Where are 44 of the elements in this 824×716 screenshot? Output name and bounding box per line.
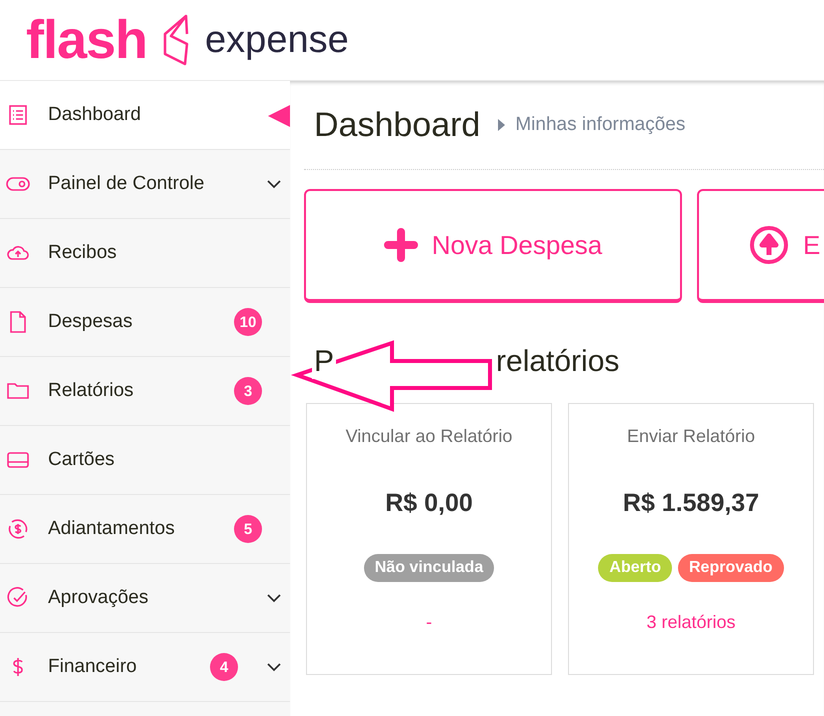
caret-icon bbox=[498, 119, 506, 131]
sidebar-item[interactable]: Cartões bbox=[0, 426, 290, 495]
section-title: relatórios bbox=[496, 345, 620, 379]
list-icon bbox=[6, 103, 30, 127]
count-badge: 3 bbox=[234, 377, 262, 405]
status-tag: Não vinculada bbox=[364, 554, 494, 582]
sidebar-item-label: Cartões bbox=[48, 449, 115, 471]
sidebar-item-label: Relatórios bbox=[48, 380, 134, 402]
sidebar-item[interactable]: Recibos bbox=[0, 219, 290, 288]
sidebar-item[interactable]: Despesas 10 bbox=[0, 288, 290, 357]
sidebar-item-label: Painel de Controle bbox=[48, 173, 204, 195]
sidebar-item-label: Despesas bbox=[48, 311, 132, 333]
card-link[interactable]: 3 relatórios bbox=[646, 612, 736, 633]
card-amount: R$ 0,00 bbox=[385, 489, 473, 518]
logo-product-name: expense bbox=[205, 21, 349, 59]
count-badge: 10 bbox=[234, 308, 262, 336]
cycle-icon bbox=[6, 517, 30, 541]
sidebar-item[interactable]: Painel de Controle bbox=[0, 150, 290, 219]
sidebar-item-label: Recibos bbox=[48, 242, 117, 264]
status-tag: Aberto bbox=[598, 554, 672, 582]
upload-icon bbox=[749, 225, 789, 265]
sidebar-item-label: Adiantamentos bbox=[48, 518, 175, 540]
sidebar-item-label: Dashboard bbox=[48, 104, 141, 126]
plus-icon bbox=[384, 228, 418, 262]
card-title: Enviar Relatório bbox=[626, 426, 756, 447]
sidebar-item-label: Aprovações bbox=[48, 587, 148, 609]
count-badge: 4 bbox=[210, 653, 238, 681]
status-tag: Reprovado bbox=[678, 554, 784, 582]
count-badge: 5 bbox=[234, 515, 262, 543]
breadcrumb-link[interactable]: Minhas informações bbox=[515, 114, 686, 136]
sidebar-item-label: Financeiro bbox=[48, 656, 137, 678]
logo-wordmark: flash bbox=[26, 13, 148, 67]
sidebar-item[interactable]: Aprovações bbox=[0, 564, 290, 633]
sidebar-item[interactable]: Dashboard bbox=[0, 81, 290, 150]
card-amount: R$ 1.589,37 bbox=[622, 489, 760, 518]
sidebar-item[interactable]: Relatórios 3 bbox=[0, 357, 290, 426]
action-button[interactable]: Nova Despesa bbox=[304, 189, 682, 303]
sidebar-item[interactable]: Adiantamentos 5 bbox=[0, 495, 290, 564]
page-title: Dashboard bbox=[314, 106, 480, 144]
sidebar-item[interactable]: Financeiro 4 bbox=[0, 633, 290, 702]
card-title: Vincular ao Relatório bbox=[346, 426, 512, 447]
card-link[interactable]: - bbox=[426, 612, 432, 633]
action-button[interactable]: E bbox=[697, 189, 824, 303]
pointer-icon bbox=[268, 105, 290, 127]
